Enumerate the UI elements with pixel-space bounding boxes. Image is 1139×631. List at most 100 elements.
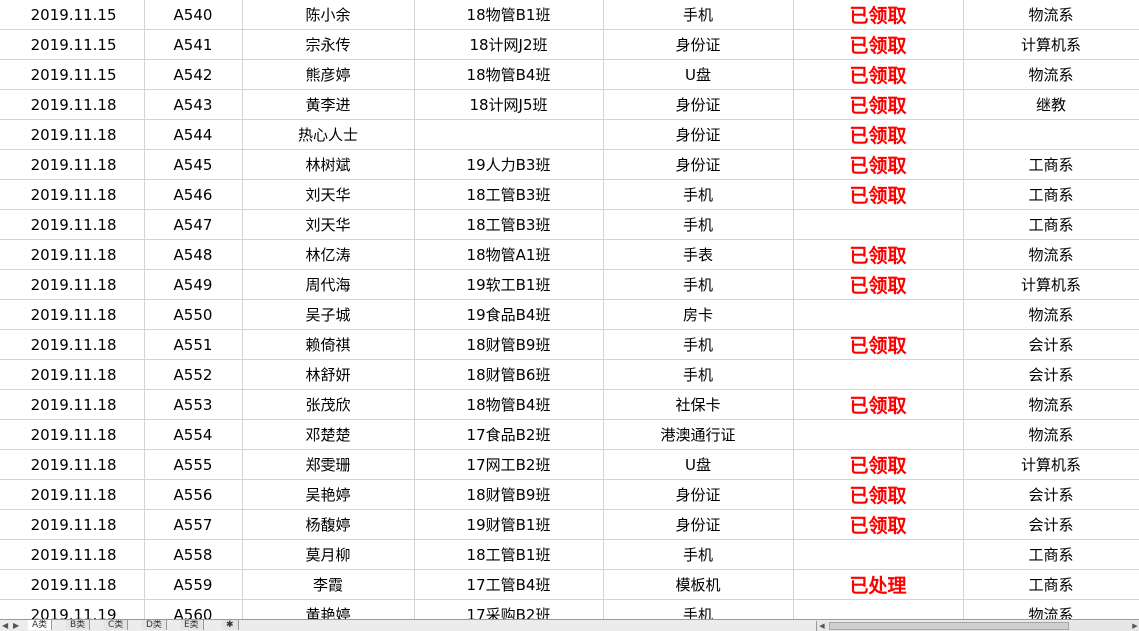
name-cell[interactable]: 周代海 [242, 269, 415, 300]
code-cell[interactable]: A548 [144, 239, 243, 270]
name-cell[interactable]: 杨馥婷 [242, 509, 415, 540]
dept-cell[interactable]: 物流系 [963, 419, 1139, 450]
name-cell[interactable]: 熊彦婷 [242, 59, 415, 90]
item-cell[interactable]: 手机 [603, 0, 794, 30]
class-cell[interactable]: 18工管B3班 [414, 179, 604, 210]
date-cell[interactable]: 2019.11.15 [0, 0, 145, 30]
name-cell[interactable]: 张茂欣 [242, 389, 415, 420]
class-cell[interactable]: 18物管B4班 [414, 389, 604, 420]
date-cell[interactable]: 2019.11.18 [0, 569, 145, 600]
date-cell[interactable]: 2019.11.18 [0, 329, 145, 360]
sheet-tab[interactable]: E类 [180, 620, 204, 630]
date-cell[interactable]: 2019.11.19 [0, 599, 145, 619]
item-cell[interactable]: 手机 [603, 209, 794, 240]
class-cell[interactable]: 19食品B4班 [414, 299, 604, 330]
dept-cell[interactable]: 工商系 [963, 569, 1139, 600]
dept-cell[interactable]: 物流系 [963, 0, 1139, 30]
class-cell[interactable]: 17食品B2班 [414, 419, 604, 450]
name-cell[interactable]: 林树斌 [242, 149, 415, 180]
date-cell[interactable]: 2019.11.18 [0, 269, 145, 300]
status-cell[interactable] [793, 299, 964, 330]
code-cell[interactable]: A550 [144, 299, 243, 330]
code-cell[interactable]: A540 [144, 0, 243, 30]
name-cell[interactable]: 热心人士 [242, 119, 415, 150]
item-cell[interactable]: 身份证 [603, 149, 794, 180]
date-cell[interactable]: 2019.11.18 [0, 359, 145, 390]
date-cell[interactable]: 2019.11.18 [0, 479, 145, 510]
item-cell[interactable]: 房卡 [603, 299, 794, 330]
status-cell[interactable]: 已领取 [793, 329, 964, 360]
last-sheet-arrow-icon[interactable]: ▶ [13, 620, 23, 631]
class-cell[interactable]: 19人力B3班 [414, 149, 604, 180]
dept-cell[interactable]: 会计系 [963, 359, 1139, 390]
class-cell[interactable]: 19软工B1班 [414, 269, 604, 300]
name-cell[interactable]: 宗永传 [242, 29, 415, 60]
name-cell[interactable]: 黄艳婷 [242, 599, 415, 619]
name-cell[interactable]: 李霞 [242, 569, 415, 600]
item-cell[interactable]: U盘 [603, 59, 794, 90]
name-cell[interactable]: 赖倚祺 [242, 329, 415, 360]
name-cell[interactable]: 邓楚楚 [242, 419, 415, 450]
class-cell[interactable]: 17采购B2班 [414, 599, 604, 619]
name-cell[interactable]: 刘天华 [242, 179, 415, 210]
date-cell[interactable]: 2019.11.18 [0, 389, 145, 420]
status-cell[interactable]: 已领取 [793, 59, 964, 90]
class-cell[interactable]: 18财管B9班 [414, 329, 604, 360]
status-cell[interactable] [793, 419, 964, 450]
status-cell[interactable] [793, 359, 964, 390]
status-cell[interactable]: 已领取 [793, 239, 964, 270]
item-cell[interactable]: 港澳通行证 [603, 419, 794, 450]
code-cell[interactable]: A542 [144, 59, 243, 90]
dept-cell[interactable]: 工商系 [963, 179, 1139, 210]
name-cell[interactable]: 林舒妍 [242, 359, 415, 390]
name-cell[interactable]: 黄李进 [242, 89, 415, 120]
class-cell[interactable] [414, 119, 604, 150]
class-cell[interactable]: 18物管B1班 [414, 0, 604, 30]
date-cell[interactable]: 2019.11.18 [0, 239, 145, 270]
date-cell[interactable]: 2019.11.18 [0, 449, 145, 480]
insert-sheet-icon[interactable]: ✱ [222, 620, 239, 630]
dept-cell[interactable]: 工商系 [963, 149, 1139, 180]
name-cell[interactable]: 刘天华 [242, 209, 415, 240]
status-cell[interactable]: 已领取 [793, 269, 964, 300]
date-cell[interactable]: 2019.11.15 [0, 59, 145, 90]
item-cell[interactable]: 身份证 [603, 29, 794, 60]
code-cell[interactable]: A558 [144, 539, 243, 570]
code-cell[interactable]: A549 [144, 269, 243, 300]
status-cell[interactable]: 已领取 [793, 449, 964, 480]
item-cell[interactable]: 手机 [603, 599, 794, 619]
status-cell[interactable] [793, 599, 964, 619]
status-cell[interactable]: 已领取 [793, 29, 964, 60]
code-cell[interactable]: A551 [144, 329, 243, 360]
scrollbar-thumb[interactable] [829, 622, 1069, 630]
date-cell[interactable]: 2019.11.18 [0, 509, 145, 540]
dept-cell[interactable]: 物流系 [963, 59, 1139, 90]
dept-cell[interactable]: 工商系 [963, 209, 1139, 240]
date-cell[interactable]: 2019.11.18 [0, 179, 145, 210]
date-cell[interactable]: 2019.11.15 [0, 29, 145, 60]
date-cell[interactable]: 2019.11.18 [0, 119, 145, 150]
code-cell[interactable]: A556 [144, 479, 243, 510]
code-cell[interactable]: A545 [144, 149, 243, 180]
dept-cell[interactable]: 继教 [963, 89, 1139, 120]
dept-cell[interactable]: 计算机系 [963, 269, 1139, 300]
name-cell[interactable]: 陈小余 [242, 0, 415, 30]
item-cell[interactable]: 身份证 [603, 119, 794, 150]
code-cell[interactable]: A541 [144, 29, 243, 60]
class-cell[interactable]: 18物管B4班 [414, 59, 604, 90]
dept-cell[interactable]: 会计系 [963, 479, 1139, 510]
code-cell[interactable]: A557 [144, 509, 243, 540]
dept-cell[interactable]: 工商系 [963, 539, 1139, 570]
dept-cell[interactable]: 物流系 [963, 389, 1139, 420]
date-cell[interactable]: 2019.11.18 [0, 149, 145, 180]
name-cell[interactable]: 林亿涛 [242, 239, 415, 270]
item-cell[interactable]: U盘 [603, 449, 794, 480]
dept-cell[interactable]: 物流系 [963, 299, 1139, 330]
dept-cell[interactable]: 会计系 [963, 509, 1139, 540]
status-cell[interactable]: 已领取 [793, 149, 964, 180]
class-cell[interactable]: 17工管B4班 [414, 569, 604, 600]
date-cell[interactable]: 2019.11.18 [0, 299, 145, 330]
item-cell[interactable]: 手机 [603, 539, 794, 570]
name-cell[interactable]: 莫月柳 [242, 539, 415, 570]
status-cell[interactable]: 已处理 [793, 569, 964, 600]
